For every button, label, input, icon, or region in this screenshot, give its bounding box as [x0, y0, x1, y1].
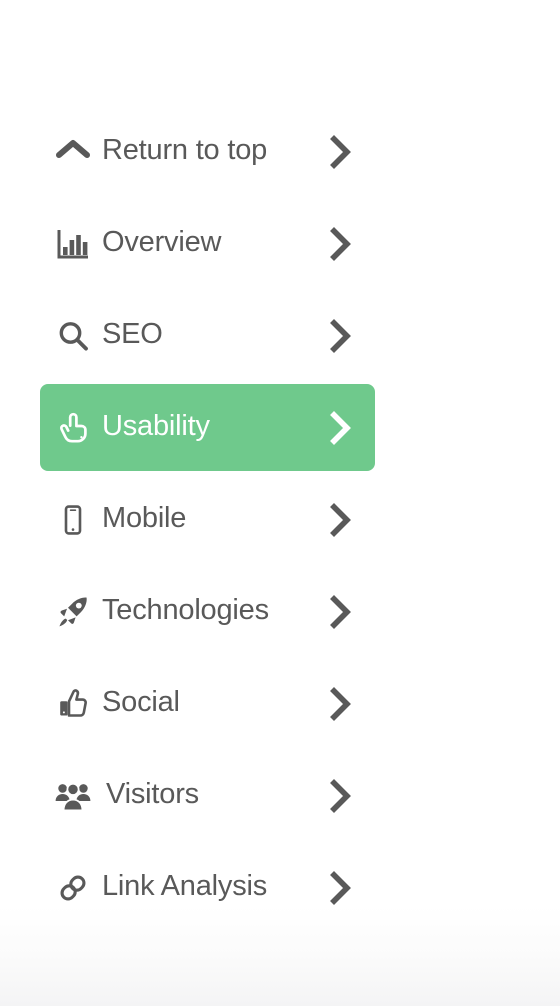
nav-item-seo[interactable]: SEO: [0, 292, 560, 379]
nav-item-row[interactable]: Link Analysis: [40, 844, 375, 931]
nav-item-label: Social: [102, 686, 180, 718]
nav-item-row[interactable]: Mobile: [40, 476, 375, 563]
navigation-menu: Return to top Overview SEO Usability Mob…: [0, 108, 560, 936]
chevron-right-icon[interactable]: [313, 292, 375, 379]
nav-item-mobile[interactable]: Mobile: [0, 476, 560, 563]
chevron-right-icon[interactable]: [313, 660, 375, 747]
chevron-right-icon[interactable]: [313, 476, 375, 563]
rocket-icon: [40, 568, 102, 655]
mobile-nav-screen: Return to top Overview SEO Usability Mob…: [0, 0, 560, 1006]
nav-item-row[interactable]: Technologies: [40, 568, 375, 655]
chevron-right-icon[interactable]: [313, 844, 375, 931]
nav-item-overview[interactable]: Overview: [0, 200, 560, 287]
nav-item-label: Overview: [102, 226, 222, 258]
chain-link-icon: [40, 844, 102, 931]
chevron-right-icon[interactable]: [313, 568, 375, 655]
nav-item-usability[interactable]: Usability: [0, 384, 560, 471]
nav-item-row[interactable]: Return to top: [40, 108, 375, 195]
nav-item-row[interactable]: Overview: [40, 200, 375, 287]
nav-item-label: Return to top: [102, 134, 268, 166]
chevron-right-icon[interactable]: [313, 108, 375, 195]
chevron-right-icon[interactable]: [313, 752, 375, 839]
chevron-right-icon[interactable]: [313, 384, 375, 471]
nav-item-row[interactable]: Social: [40, 660, 375, 747]
nav-item-visitors[interactable]: Visitors: [0, 752, 560, 839]
nav-item-label: SEO: [102, 318, 163, 350]
nav-item-row[interactable]: Visitors: [40, 752, 375, 839]
search-icon: [40, 292, 102, 379]
nav-item-social[interactable]: Social: [0, 660, 560, 747]
nav-item-return-to-top[interactable]: Return to top: [0, 108, 560, 195]
nav-item-label: Link Analysis: [102, 870, 268, 902]
chevron-up-icon: [40, 108, 102, 195]
nav-item-label: Technologies: [102, 594, 269, 626]
chevron-right-icon[interactable]: [313, 200, 375, 287]
nav-item-label: Mobile: [102, 502, 187, 534]
pointing-hand-icon: [40, 384, 102, 471]
nav-item-link-analysis[interactable]: Link Analysis: [0, 844, 560, 931]
nav-item-row[interactable]: SEO: [40, 292, 375, 379]
nav-item-technologies[interactable]: Technologies: [0, 568, 560, 655]
thumbs-up-icon: [40, 660, 102, 747]
nav-item-label: Visitors: [106, 778, 199, 810]
smartphone-icon: [40, 476, 102, 563]
nav-item-label: Usability: [102, 410, 210, 442]
nav-item-row[interactable]: Usability: [40, 384, 375, 471]
people-group-icon: [40, 752, 102, 839]
bar-chart-icon: [40, 200, 102, 287]
